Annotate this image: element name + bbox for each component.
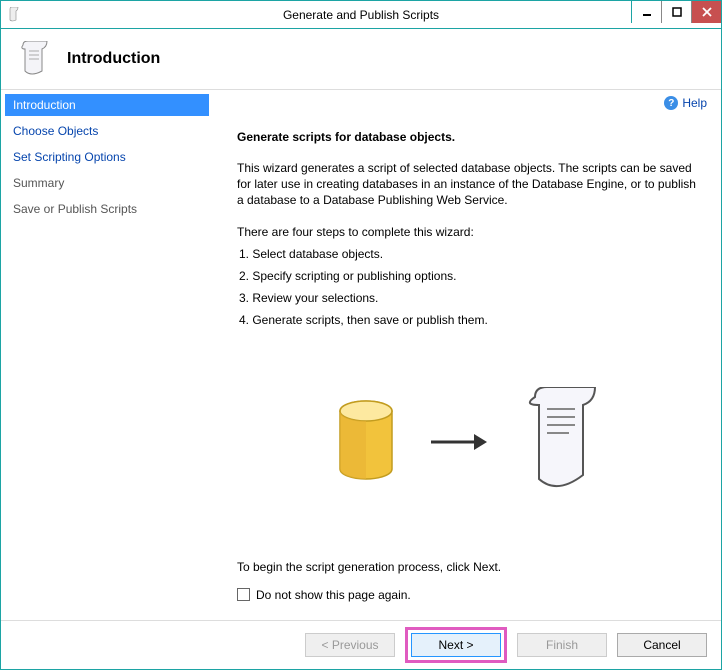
illustration — [237, 387, 701, 500]
script-large-icon — [517, 387, 607, 500]
page-title: Introduction — [67, 50, 160, 68]
step-4: 4. Generate scripts, then save or publis… — [237, 313, 701, 327]
subheading: Generate scripts for database objects. — [237, 130, 701, 144]
step-1: 1. Select database objects. — [237, 247, 701, 261]
do-not-show-label: Do not show this page again. — [256, 588, 411, 602]
next-highlight: Next > — [405, 627, 507, 663]
minimize-button[interactable] — [631, 1, 661, 23]
window-title: Generate and Publish Scripts — [1, 8, 721, 22]
step-2: 2. Specify scripting or publishing optio… — [237, 269, 701, 283]
step-3: 3. Review your selections. — [237, 291, 701, 305]
script-icon — [17, 41, 53, 77]
button-bar: < Previous Next > Finish Cancel — [1, 620, 721, 668]
next-button[interactable]: Next > — [411, 633, 501, 657]
steps-intro: There are four steps to complete this wi… — [237, 225, 701, 239]
help-label: Help — [682, 96, 707, 110]
maximize-button[interactable] — [661, 1, 691, 23]
nav-save-or-publish[interactable]: Save or Publish Scripts — [5, 198, 209, 220]
nav-summary[interactable]: Summary — [5, 172, 209, 194]
wizard-main: ? Help Generate scripts for database obj… — [209, 90, 721, 620]
finish-button: Finish — [517, 633, 607, 657]
nav-choose-objects[interactable]: Choose Objects — [5, 120, 209, 142]
titlebar: Generate and Publish Scripts — [1, 1, 721, 29]
nav-set-scripting-options[interactable]: Set Scripting Options — [5, 146, 209, 168]
database-icon — [331, 397, 401, 490]
app-icon — [7, 7, 23, 23]
wizard-sidebar: Introduction Choose Objects Set Scriptin… — [1, 90, 209, 620]
description-text: This wizard generates a script of select… — [237, 160, 701, 209]
nav-introduction[interactable]: Introduction — [5, 94, 209, 116]
do-not-show-row: Do not show this page again. — [237, 588, 701, 602]
wizard-body: Introduction Choose Objects Set Scriptin… — [1, 90, 721, 620]
do-not-show-checkbox[interactable] — [237, 588, 250, 601]
begin-text: To begin the script generation process, … — [237, 560, 701, 574]
window-controls — [631, 1, 721, 23]
close-button[interactable] — [691, 1, 721, 23]
help-icon: ? — [664, 96, 678, 110]
arrow-icon — [429, 427, 489, 460]
cancel-button[interactable]: Cancel — [617, 633, 707, 657]
help-link[interactable]: ? Help — [664, 96, 707, 110]
wizard-header: Introduction — [1, 29, 721, 89]
previous-button: < Previous — [305, 633, 395, 657]
